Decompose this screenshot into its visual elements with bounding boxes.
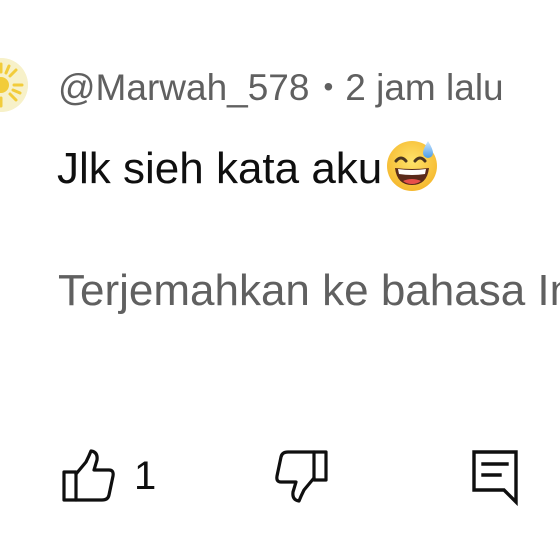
comment-body: Jlk sieh kata aku — [57, 137, 440, 197]
avatar[interactable] — [0, 58, 28, 112]
dislike-button[interactable] — [274, 448, 330, 504]
sun-avatar-icon — [0, 58, 28, 112]
translate-link[interactable]: Terjemahkan ke bahasa Indonesia — [58, 262, 560, 320]
thumbs-down-icon[interactable] — [274, 448, 330, 504]
comment-timestamp: 2 jam lalu — [345, 67, 504, 108]
comment-author[interactable]: @Marwah_578 — [58, 67, 309, 108]
reply-button[interactable] — [470, 446, 522, 506]
reply-comment-icon[interactable] — [470, 446, 522, 506]
comment-text: Jlk sieh kata aku — [57, 144, 383, 193]
like-button[interactable]: 1 — [60, 448, 156, 504]
comment-screen: @Marwah_578 • 2 jam lalu Jlk sieh kata aku — [0, 0, 560, 560]
header-separator: • — [323, 71, 334, 102]
comment-header: @Marwah_578 • 2 jam lalu — [58, 62, 504, 112]
thumbs-up-icon[interactable] — [60, 448, 116, 504]
grinning-face-with-sweat-icon — [384, 137, 440, 193]
like-count: 1 — [134, 454, 157, 498]
